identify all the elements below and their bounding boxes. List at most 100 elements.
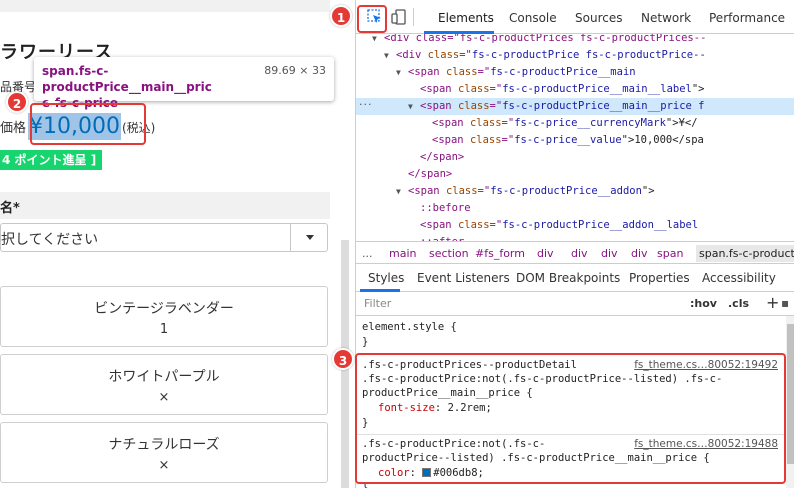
dom-attribute-name: class [457, 83, 490, 95]
scrollbar-thumb[interactable] [787, 324, 794, 464]
tabbar-separator [413, 8, 414, 26]
rule-options-icon[interactable]: ▪ [781, 296, 789, 310]
annotation-box-styles [355, 353, 786, 484]
rule-close-brace: } [362, 336, 369, 348]
tab-styles[interactable]: Styles [368, 271, 404, 285]
styles-scrollbar[interactable] [786, 316, 794, 488]
dom-text: "> [691, 83, 705, 95]
annotation-badge: 3 [332, 348, 354, 370]
dom-attribute-value: fs-c-productPrice__addon__label [502, 219, 699, 231]
styles-filter-input[interactable]: Filter [364, 297, 391, 310]
dom-tag: =" [489, 83, 503, 95]
styles-filter-row: Filter :hov .cls + ▪ [356, 292, 794, 316]
expand-arrow-icon[interactable]: ▼ [408, 98, 420, 115]
expand-arrow-icon[interactable]: ▼ [384, 47, 396, 64]
variation-button[interactable]: ビンテージラベンダー 1 [0, 286, 328, 347]
variation-select[interactable]: 択してください [0, 223, 328, 252]
tab-dom-breakpoints[interactable]: DOM Breakpoints [516, 271, 620, 285]
variation-stock: × [158, 390, 170, 405]
breadcrumb-item[interactable]: #fs_form [475, 247, 525, 260]
dom-text: "> [641, 185, 655, 197]
dom-attribute-value: fs-c-productPrice__main__price f [502, 100, 705, 112]
select-value: 択してください [1, 232, 99, 248]
dom-tag: =" [489, 100, 503, 112]
tab-performance[interactable]: Performance [709, 11, 785, 25]
expand-arrow-icon[interactable]: ▼ [372, 34, 384, 47]
dom-tag: <span [432, 117, 470, 129]
dom-attribute-name: class [469, 117, 502, 129]
breadcrumb-item[interactable]: div [601, 247, 618, 260]
expand-arrow-icon[interactable]: ▼ [396, 64, 408, 81]
dom-node-line[interactable]: ▼ <div class="fs-c-productPrices fs-c-pro… [356, 34, 794, 47]
variation-button[interactable]: ホワイトパープル × [0, 354, 328, 415]
tab-network[interactable]: Network [641, 11, 691, 25]
tab-elements[interactable]: Elements [438, 11, 494, 25]
cls-toggle[interactable]: .cls [728, 297, 749, 310]
dom-tag: <span [408, 185, 446, 197]
breadcrumb-item[interactable]: span.fs-c-productI [696, 245, 794, 262]
annotation-box-price [30, 103, 146, 145]
dom-attribute-name: class [427, 49, 460, 61]
dom-node-line[interactable]: ::before [356, 200, 794, 217]
dom-node-line[interactable]: <span class="fs-c-price__value">10,000</… [356, 132, 794, 149]
dom-attribute-name: class [445, 66, 478, 78]
tab-console[interactable]: Console [509, 11, 557, 25]
dom-attribute-value: fs-c-price__currencyMark [514, 117, 666, 129]
dom-node-line[interactable]: <span class="fs-c-productPrice__addon__l… [356, 217, 794, 234]
dom-node-line[interactable]: <span class="fs-c-price__currencyMark">¥… [356, 115, 794, 132]
dom-attribute-name: class [469, 134, 502, 146]
dom-tag: =" [501, 117, 515, 129]
dom-attribute-value: fs-c-productPrice__addon [490, 185, 642, 197]
device-toolbar-icon[interactable] [390, 8, 408, 26]
variation-name: ホワイトパープル [108, 369, 220, 385]
dom-node-line[interactable]: ::after [356, 234, 794, 241]
select-divider [290, 224, 291, 251]
dom-tag: <span [432, 134, 470, 146]
variation-name: ナチュラルローズ [108, 437, 220, 453]
tab-accessibility[interactable]: Accessibility [702, 271, 776, 285]
dom-node-line[interactable]: ▼ <span class="fs-c-productPrice__addon"> [356, 183, 794, 200]
breadcrumb: ... main section #fs_form div div div div span sp… [356, 241, 794, 264]
dom-tag: <span [420, 219, 458, 231]
inspect-tooltip: span.fs-c-productPrice__main__pric e.fs-… [34, 57, 334, 110]
dom-tag: =" [477, 66, 491, 78]
dom-node-line[interactable]: </span> [356, 166, 794, 183]
breadcrumb-item[interactable]: div [571, 247, 588, 260]
dom-tag: </span> [408, 168, 453, 180]
breadcrumb-item[interactable]: ... [362, 247, 373, 260]
dom-node-line[interactable]: </span> [356, 149, 794, 166]
breadcrumb-item[interactable]: span [657, 247, 683, 260]
dom-tag: </span> [420, 151, 465, 163]
expand-arrow-icon[interactable]: ▼ [396, 183, 408, 200]
dom-node-line[interactable]: ▼ <span class="fs-c-productPrice__main__p… [356, 98, 794, 115]
annotation-badge: 1 [330, 5, 352, 27]
tab-sources[interactable]: Sources [575, 11, 622, 25]
dom-node-line[interactable]: <span class="fs-c-productPrice__main__la… [356, 81, 794, 98]
dom-text: ">10,000</spa [621, 134, 704, 146]
dom-tag: =" [489, 219, 503, 231]
tab-properties[interactable]: Properties [629, 271, 690, 285]
variation-header: 名* [0, 192, 330, 219]
element-style-rule[interactable]: element.style { [362, 320, 457, 335]
dom-node-line[interactable]: ▼ <span class="fs-c-productPrice__main [356, 64, 794, 81]
dom-tag: <div class="fs-c-productPrices fs-c-prod… [384, 34, 707, 44]
variation-button[interactable]: ナチュラルローズ × [0, 422, 328, 483]
tab-event-listeners[interactable]: Event Listeners [417, 271, 510, 285]
screenshot-root: ラワーリース 品番号 価格 ¥ 10,000 (税込) 4 ポイント進呈 ] 名… [0, 0, 794, 488]
breadcrumb-item[interactable]: main [389, 247, 416, 260]
breadcrumb-item[interactable]: div [631, 247, 648, 260]
page-top-band [0, 0, 330, 12]
annotation-box-inspect [357, 5, 387, 33]
breadcrumb-item[interactable]: section [429, 247, 469, 260]
dom-attribute-name: class [457, 219, 490, 231]
breadcrumb-item[interactable]: div [537, 247, 554, 260]
new-rule-button[interactable]: + [766, 293, 779, 312]
dom-tag: =" [459, 49, 472, 61]
tooltip-dimensions: 89.69 × 33 [264, 64, 326, 77]
more-options-icon[interactable]: ··· [359, 98, 373, 111]
dom-tag: <span [420, 100, 458, 112]
hov-toggle[interactable]: :hov [690, 297, 717, 310]
tooltip-selector-line: span.fs-c-productPrice__main__pric [42, 64, 212, 94]
dom-node-line[interactable]: ▼ <div class="fs-c-productPrice fs-c-prod… [356, 47, 794, 64]
dom-attribute-value: fs-c-price__value [514, 134, 622, 146]
